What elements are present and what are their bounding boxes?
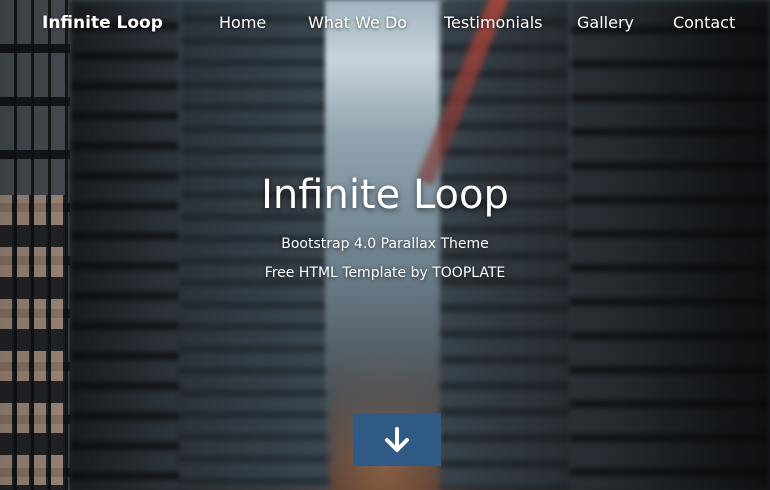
hero-subtitle-line1: Bootstrap 4.0 Parallax Theme [281, 236, 489, 252]
arrow-down-icon [385, 426, 409, 452]
hero-title: Infinite Loop [261, 172, 509, 218]
nav-link-what-we-do[interactable]: What We Do [308, 13, 407, 32]
navbar: Infinite Loop Home What We Do Testimonia… [0, 0, 770, 48]
hero-subtitle-line2: Free HTML Template by TOOPLATE [264, 265, 506, 281]
nav-link-gallery[interactable]: Gallery [577, 13, 634, 32]
nav-link-testimonials[interactable]: Testimonials [444, 13, 543, 32]
scroll-down-button[interactable] [353, 413, 441, 466]
nav-links: Home What We Do Testimonials Gallery Con… [0, 13, 770, 35]
nav-link-home[interactable]: Home [219, 13, 266, 32]
nav-link-contact[interactable]: Contact [673, 13, 735, 32]
hero-section: Infinite Loop Home What We Do Testimonia… [0, 0, 770, 490]
